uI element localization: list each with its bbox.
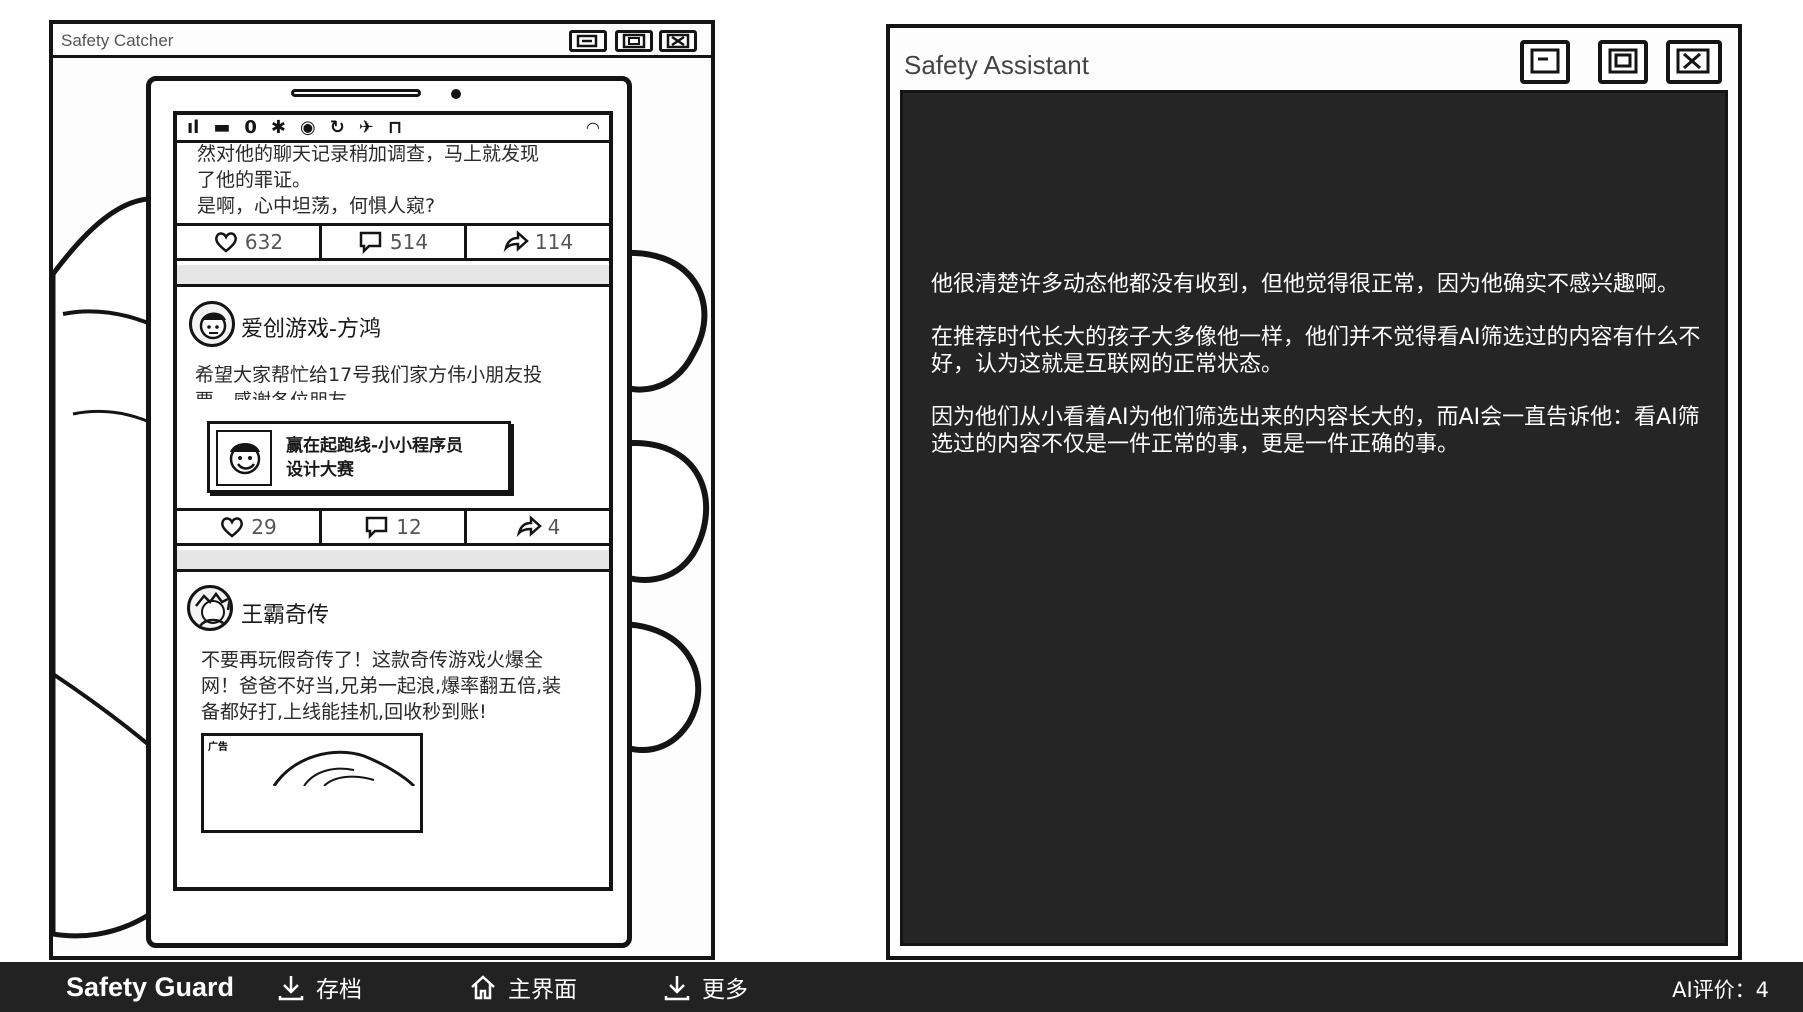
- wifi-icon: ◠: [586, 118, 599, 137]
- phone-status-bar: ıl ▬ 0 ✱ ◉ ↻ ✈ ⊓ ◠: [177, 115, 609, 143]
- post1-share-count: 114: [534, 230, 574, 254]
- share-icon: [503, 230, 529, 253]
- battery-icon: ▬: [213, 117, 231, 138]
- post3-line: 备都好打,上线能挂机,回收秒到账!: [201, 701, 487, 723]
- post1-comment-button[interactable]: 514: [322, 226, 467, 258]
- post2-comment-button[interactable]: 12: [322, 511, 467, 543]
- phone-speaker: [291, 89, 421, 97]
- bottom-bar: Safety Guard 存档 主界面 更多 AI评价：4: [0, 962, 1803, 1012]
- post2-action-bar: 29 12 4: [177, 508, 609, 546]
- more-label: 更多: [702, 977, 748, 1003]
- post2-avatar[interactable]: [189, 301, 235, 347]
- post1-line: 然对他的聊天记录稍加调查，马上就发现: [197, 143, 540, 165]
- share-icon: [516, 515, 542, 538]
- phone: ıl ▬ 0 ✱ ◉ ↻ ✈ ⊓ ◠ 然对他的聊天记录稍加调查，马上就发现 了他…: [146, 76, 632, 948]
- assistant-window-title: Safety Assistant: [904, 50, 1089, 80]
- post1-like-count: 632: [244, 230, 284, 254]
- phone-camera: [451, 89, 461, 99]
- download-icon: [664, 976, 690, 1001]
- post-divider: [177, 265, 609, 287]
- post1-line: 是啊，心中坦荡，何惧人窥?: [197, 195, 436, 217]
- save-label: 存档: [316, 977, 362, 1003]
- post3-avatar[interactable]: [187, 585, 233, 631]
- post1-comment-count: 514: [389, 230, 429, 254]
- post2-line: 希望大家帮忙给17号我们家方伟小朋友投: [195, 364, 543, 386]
- post1-action-bar: 632 514 114: [177, 223, 609, 261]
- bluetooth-icon: ✱: [270, 117, 286, 138]
- heart-icon: [221, 517, 244, 538]
- comment-icon: [359, 231, 382, 254]
- post3-line: 不要再玩假奇传了！这款奇传游戏火爆全: [201, 649, 544, 671]
- mini-program-card[interactable]: 赢在起跑线-小小程序员 设计大赛: [207, 421, 511, 493]
- assistant-close-button[interactable]: [1666, 40, 1722, 84]
- more-button[interactable]: 更多: [662, 970, 748, 1004]
- post3-line: 网！爸爸不好当,兄弟一起浪,爆率翻五倍,装: [201, 675, 562, 697]
- assistant-paragraph: 在推荐时代长大的孩子大多像他一样，他们并不觉得看AI筛选过的内容有什么不好，认为…: [931, 325, 1701, 377]
- ai-score: AI评价：4: [1672, 978, 1769, 1002]
- ad-illustration: [272, 750, 416, 786]
- post2-like-count: 29: [251, 515, 277, 539]
- card-title: 赢在起跑线-小小程序员 设计大赛: [286, 434, 463, 482]
- post3-author[interactable]: 王霸奇传: [241, 597, 329, 629]
- assistant-message-panel: 他很清楚许多动态他都没有收到，但他觉得很正常，因为他确实不感兴趣啊。 在推荐时代…: [900, 90, 1728, 946]
- home-label: 主界面: [508, 977, 577, 1003]
- airplane-icon: ✈: [358, 117, 374, 138]
- post2-line: 票，感谢各位朋友: [195, 388, 605, 400]
- post1-text: 然对他的聊天记录稍加调查，马上就发现 了他的罪证。 是啊，心中坦荡，何惧人窥?: [197, 141, 607, 219]
- ad-tag: 广告: [208, 742, 228, 753]
- lock-icon: ⊓: [387, 117, 403, 138]
- comment-icon: [366, 516, 388, 539]
- maximize-button[interactable]: [615, 30, 653, 52]
- post-divider: [177, 550, 609, 572]
- status-icon: 0: [244, 117, 257, 138]
- sync-icon: ↻: [329, 117, 345, 138]
- assistant-paragraph: 因为他们从小看着AI为他们筛选出来的内容长大的，而AI会一直告诉他：看AI筛选过…: [931, 405, 1700, 457]
- ad-image[interactable]: 广告: [201, 733, 423, 833]
- post2-comment-count: 12: [396, 515, 422, 539]
- post2-like-button[interactable]: 29: [177, 511, 322, 543]
- post3-text: 不要再玩假奇传了！这款奇传游戏火爆全 网！爸爸不好当,兄弟一起浪,爆率翻五倍,装…: [201, 647, 609, 725]
- signal-icon: ıl: [187, 117, 200, 138]
- home-icon: [471, 975, 495, 1000]
- close-button[interactable]: [659, 30, 697, 52]
- card-title-line: 赢在起跑线-小小程序员: [286, 436, 464, 456]
- catcher-window-title: Safety Catcher: [61, 31, 174, 50]
- post2-text: 希望大家帮忙给17号我们家方伟小朋友投 票，感谢各位朋友: [195, 362, 605, 400]
- catcher-titlebar: Safety Catcher: [53, 24, 711, 58]
- post2-share-button[interactable]: 4: [467, 511, 609, 543]
- assistant-paragraph: 他很清楚许多动态他都没有收到，但他觉得很正常，因为他确实不感兴趣啊。: [931, 272, 1680, 297]
- heart-icon: [214, 232, 237, 253]
- save-button[interactable]: 存档: [276, 970, 362, 1004]
- assistant-minimize-button[interactable]: [1520, 40, 1570, 84]
- safety-assistant-window: Safety Assistant 他很清楚许多动态他都没有收到，但他觉得很正常，…: [886, 24, 1742, 960]
- card-title-line: 设计大赛: [286, 460, 354, 480]
- assistant-titlebar: Safety Assistant: [890, 28, 1738, 88]
- eye-icon: ◉: [299, 117, 316, 138]
- phone-screen[interactable]: ıl ▬ 0 ✱ ◉ ↻ ✈ ⊓ ◠ 然对他的聊天记录稍加调查，马上就发现 了他…: [173, 111, 613, 891]
- home-button[interactable]: 主界面: [468, 970, 577, 1004]
- minimize-button[interactable]: [569, 30, 607, 52]
- post2-author[interactable]: 爱创游戏-方鸿: [241, 311, 381, 343]
- post1-line: 了他的罪证。: [197, 169, 312, 191]
- post2-share-count: 4: [547, 515, 561, 539]
- assistant-message-text: 他很清楚许多动态他都没有收到，但他觉得很正常，因为他确实不感兴趣啊。 在推荐时代…: [931, 271, 1711, 484]
- post1-like-button[interactable]: 632: [177, 226, 322, 258]
- brand-title: Safety Guard: [66, 972, 235, 1002]
- card-thumbnail: [216, 430, 272, 486]
- post1-share-button[interactable]: 114: [467, 226, 609, 258]
- download-icon: [278, 976, 304, 1001]
- assistant-maximize-button[interactable]: [1598, 40, 1648, 84]
- safety-catcher-window: Safety Catcher ıl ▬ 0 ✱ ◉ ↻ ✈ ⊓ ◠ 然对他的聊天…: [49, 20, 715, 960]
